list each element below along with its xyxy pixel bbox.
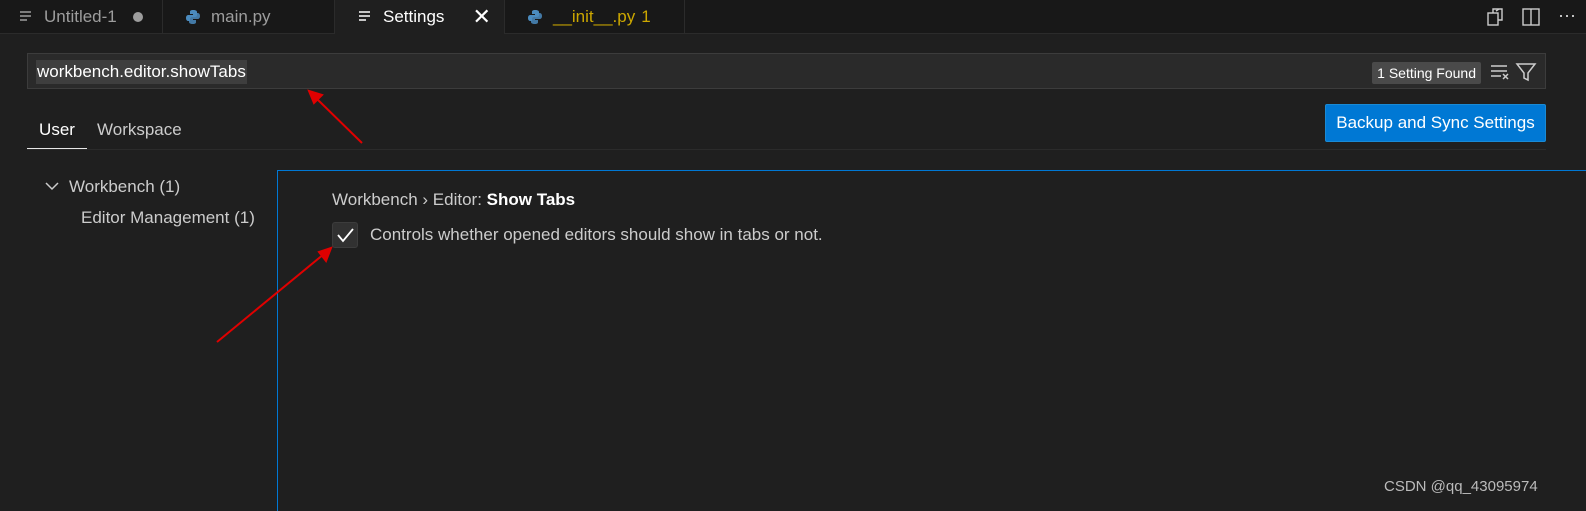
file-lines-icon: [359, 11, 370, 21]
backup-sync-button[interactable]: Backup and Sync Settings: [1325, 104, 1546, 142]
python-icon: [186, 9, 200, 24]
setting-category: Workbench › Editor:: [332, 190, 487, 209]
more-actions-icon[interactable]: ⋯: [1556, 6, 1578, 28]
file-lines-icon: [20, 10, 31, 21]
tab-user-settings[interactable]: User: [27, 111, 87, 149]
results-count-badge: 1 Setting Found: [1372, 62, 1481, 84]
editor-actions: ⋯: [1484, 0, 1578, 33]
setting-description: Controls whether opened editors should s…: [370, 225, 823, 244]
setting-title: Workbench › Editor: Show Tabs: [332, 190, 575, 210]
settings-editor: Untitled-1 main.py Settings ✕ __init__.p…: [0, 0, 1586, 511]
search-query[interactable]: workbench.editor.showTabs: [36, 60, 247, 84]
filter-icon[interactable]: [1515, 61, 1537, 83]
show-tabs-checkbox[interactable]: [332, 222, 358, 248]
tab-init-py[interactable]: __init__.py 1: [505, 0, 685, 33]
open-settings-json-icon[interactable]: [1484, 6, 1506, 28]
tab-label: main.py: [211, 6, 271, 26]
tab-label: Settings: [383, 7, 445, 26]
settings-search-input[interactable]: workbench.editor.showTabs 1 Setting Foun…: [27, 53, 1546, 89]
annotation-arrow-search: [315, 97, 363, 144]
editor-tab-bar: Untitled-1 main.py Settings ✕ __init__.p…: [0, 0, 1586, 34]
tab-untitled-1[interactable]: Untitled-1: [0, 0, 163, 33]
checkmark-icon: [337, 228, 354, 243]
toc-item-workbench[interactable]: Workbench (1): [69, 177, 180, 197]
tab-settings[interactable]: Settings ✕: [335, 0, 505, 34]
split-editor-icon[interactable]: [1520, 6, 1542, 28]
arrowhead-icon: [307, 89, 324, 105]
tab-label: __init__.py: [553, 6, 636, 26]
watermark: CSDN @qq_43095974: [1384, 478, 1538, 495]
clear-search-icon[interactable]: [1489, 61, 1511, 83]
setting-name: Show Tabs: [486, 190, 576, 209]
toc-item-editor-management[interactable]: Editor Management (1): [81, 208, 255, 228]
setting-item-panel: [277, 170, 1586, 511]
tab-label: Untitled-1: [44, 6, 117, 26]
problem-count-badge: 1: [641, 6, 651, 26]
tab-main-py[interactable]: main.py: [163, 0, 335, 33]
close-icon[interactable]: ✕: [472, 6, 490, 28]
scope-divider: [27, 149, 1546, 150]
unsaved-dot-icon[interactable]: [132, 11, 143, 22]
python-icon: [528, 9, 542, 24]
tab-workspace-settings[interactable]: Workspace: [97, 111, 182, 149]
chevron-down-icon[interactable]: [44, 178, 60, 194]
